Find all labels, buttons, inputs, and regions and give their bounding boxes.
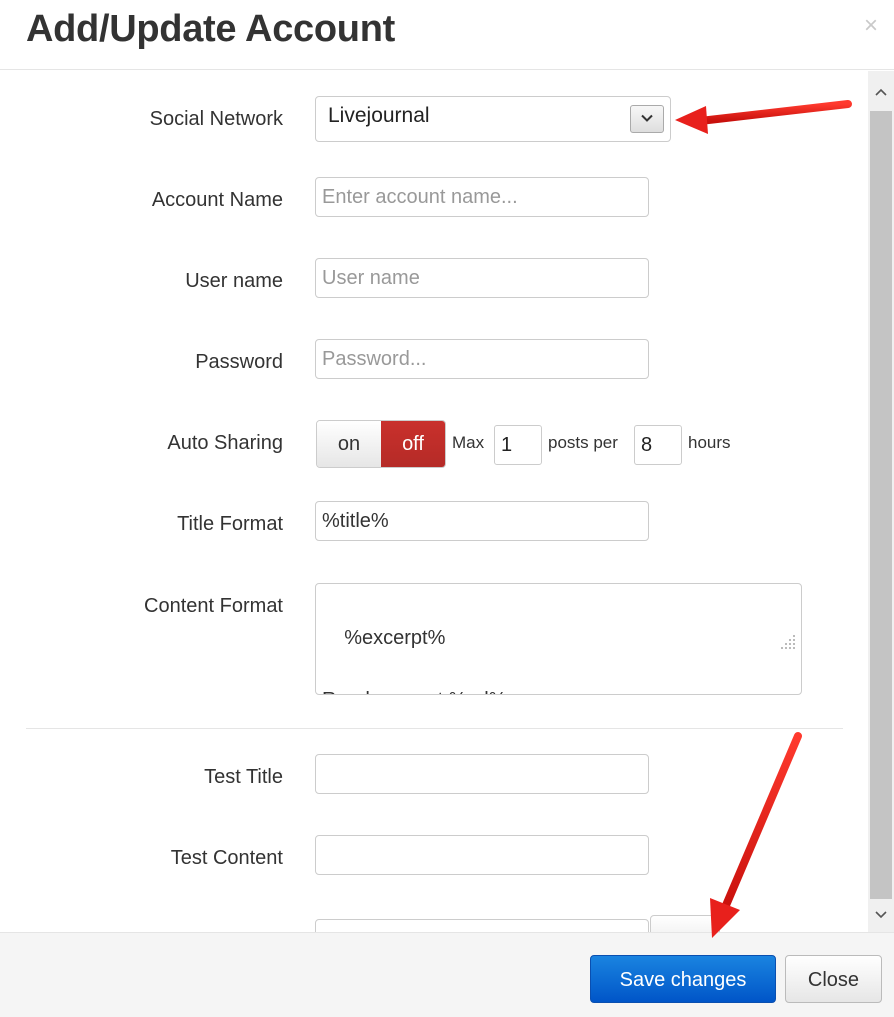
user-name-input[interactable] xyxy=(315,258,649,298)
scroll-up-icon[interactable] xyxy=(868,71,894,111)
resize-grip-icon[interactable] xyxy=(748,597,797,690)
content-format-label: Content Format xyxy=(144,595,283,617)
chevron-down-icon[interactable] xyxy=(630,105,664,133)
modal-title: Add/Update Account xyxy=(26,8,395,50)
account-name-input[interactable] xyxy=(315,177,649,217)
modal-header: Add/Update Account × xyxy=(0,0,894,70)
auto-sharing-toggle[interactable]: on off xyxy=(316,420,446,468)
account-name-label: Account Name xyxy=(151,189,283,211)
content-format-text: %excerpt% Read more at %url% xyxy=(322,627,507,694)
scrollbar-thumb[interactable] xyxy=(870,111,892,899)
title-format-label: Title Format xyxy=(177,513,283,535)
close-button[interactable]: Close xyxy=(785,955,882,1003)
social-network-label: Social Network xyxy=(149,108,283,130)
title-format-input[interactable] xyxy=(315,501,649,541)
test-title-label: Test Title xyxy=(204,766,283,788)
scroll-down-icon[interactable] xyxy=(868,896,894,932)
clipped-button[interactable] xyxy=(650,915,720,932)
max-label: Max xyxy=(452,433,485,452)
content-format-textarea[interactable]: %excerpt% Read more at %url% xyxy=(315,583,802,695)
vertical-scrollbar[interactable] xyxy=(868,71,894,932)
max-posts-input[interactable] xyxy=(494,425,542,465)
clipped-label xyxy=(188,923,288,932)
clipped-input[interactable] xyxy=(315,919,649,932)
close-icon[interactable]: × xyxy=(864,14,878,38)
password-input[interactable] xyxy=(315,339,649,379)
save-button[interactable]: Save changes xyxy=(590,955,776,1003)
toggle-off-button[interactable]: off xyxy=(381,421,445,467)
user-name-label: User name xyxy=(185,270,283,292)
test-content-input[interactable] xyxy=(315,835,649,875)
hours-input[interactable] xyxy=(634,425,682,465)
modal-body: Social Network Livejournal Account Name … xyxy=(0,71,868,932)
password-label: Password xyxy=(195,351,283,373)
social-network-value: Livejournal xyxy=(328,104,430,127)
test-content-label: Test Content xyxy=(170,847,283,869)
hours-label: hours xyxy=(688,433,731,452)
posts-per-label: posts per xyxy=(548,433,618,452)
social-network-select[interactable]: Livejournal xyxy=(315,96,671,142)
test-title-input[interactable] xyxy=(315,754,649,794)
modal-footer: Save changes Close xyxy=(0,932,894,1017)
toggle-on-button[interactable]: on xyxy=(317,421,381,467)
auto-sharing-label: Auto Sharing xyxy=(167,432,283,454)
section-divider xyxy=(26,728,843,729)
